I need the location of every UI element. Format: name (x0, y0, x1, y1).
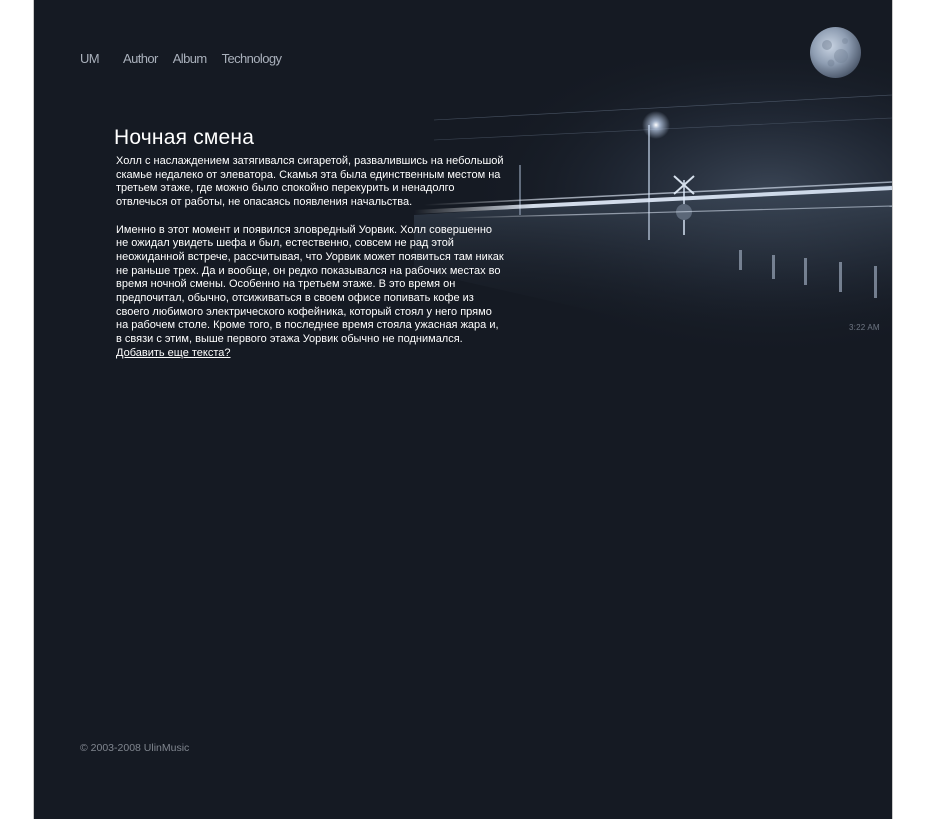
moon-icon (810, 27, 861, 78)
more-text-link[interactable]: Добавить еще текста? (116, 347, 231, 359)
frame-border-right (892, 0, 893, 819)
article-paragraph: Холл с наслаждением затягивался сигарето… (116, 155, 504, 209)
page-title: Ночная смена (114, 126, 255, 149)
nav-item-album[interactable]: Album (173, 51, 207, 66)
page-frame: UM Author Album Technology 3:22 AM Ночна… (34, 0, 892, 819)
nav-item-author[interactable]: Author (123, 51, 158, 66)
nav-item-technology[interactable]: Technology (222, 51, 282, 66)
article-paragraph: Именно в этот момент и появился зловредн… (116, 224, 504, 361)
nav-logo-link[interactable]: UM (80, 51, 100, 66)
main-nav: UM Author Album Technology (80, 51, 296, 66)
article: Ночная смена Холл с наслаждением затягив… (114, 126, 504, 361)
article-paragraph-text: Именно в этот момент и появился зловредн… (116, 223, 504, 346)
footer-copyright: © 2003-2008 UlinMusic (80, 742, 190, 754)
photo-timestamp: 3:22 AM (849, 323, 880, 332)
